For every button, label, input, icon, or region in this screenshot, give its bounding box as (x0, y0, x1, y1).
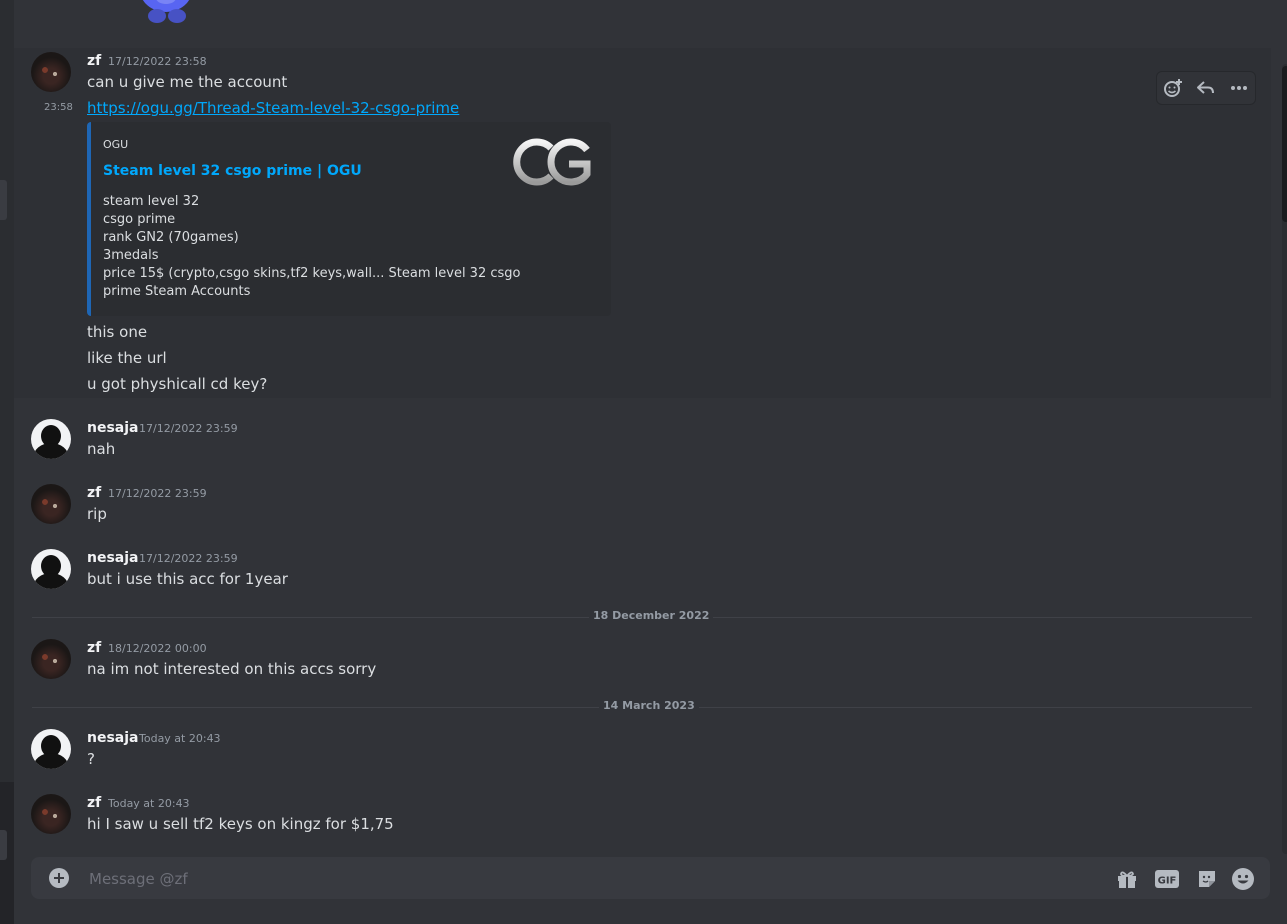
wumpus-icon (142, 0, 190, 23)
date-divider-label: 14 March 2023 (599, 699, 699, 712)
message-input[interactable] (87, 865, 1091, 893)
author-name[interactable]: nesaja (87, 730, 139, 746)
add-reaction-icon[interactable] (1161, 76, 1185, 100)
ogu-logo-thumbnail[interactable] (509, 136, 593, 188)
date-divider-label: 18 December 2022 (589, 609, 714, 622)
more-icon[interactable] (1227, 76, 1251, 100)
svg-text:GIF: GIF (1158, 876, 1177, 887)
message-text: this one (87, 323, 148, 341)
avatar[interactable] (31, 419, 71, 459)
message-timestamp: Today at 20:43 (139, 732, 221, 745)
message-timestamp: 18/12/2022 00:00 (108, 642, 207, 655)
embed-title[interactable]: Steam level 32 csgo prime | OGU (103, 163, 362, 179)
server-sidebar-edge (0, 0, 14, 924)
gift-icon[interactable] (1115, 867, 1139, 891)
message-text: can u give me the account (87, 73, 288, 91)
message-text: but i use this acc for 1year (87, 570, 288, 588)
message-timestamp: Today at 20:43 (108, 797, 190, 810)
embed-line: prime Steam Accounts (103, 284, 251, 299)
embed-line: 3medals (103, 248, 159, 263)
chat-area: zf 17/12/2022 23:58 can u give me the ac… (14, 0, 1287, 924)
emoji-icon[interactable] (1231, 867, 1255, 891)
sticker-icon[interactable] (1195, 867, 1219, 891)
message-text: like the url (87, 349, 167, 367)
message-timestamp: 17/12/2022 23:59 (139, 552, 238, 565)
link-embed: OGU Steam level 32 csgo prime | OGU stea… (87, 122, 611, 316)
user-panel-edge (0, 782, 14, 924)
gif-icon[interactable]: GIF (1153, 867, 1181, 891)
avatar[interactable] (31, 52, 71, 92)
avatar[interactable] (31, 639, 71, 679)
avatar[interactable] (31, 484, 71, 524)
reply-icon[interactable] (1194, 76, 1218, 100)
message-text: hi I saw u sell tf2 keys on kingz for $1… (87, 815, 394, 833)
embed-line: csgo prime (103, 212, 176, 227)
avatar[interactable] (31, 794, 71, 834)
author-name[interactable]: zf (87, 485, 101, 501)
message-text: nah (87, 440, 116, 458)
message-text: ? (87, 750, 95, 768)
embed-provider[interactable]: OGU (103, 138, 128, 151)
message-actions-toolbar (1156, 71, 1256, 105)
hover-timestamp: 23:58 (44, 102, 73, 113)
author-name[interactable]: nesaja (87, 550, 139, 566)
embed-line: steam level 32 (103, 194, 200, 209)
embed-line: rank GN2 (70games) (103, 230, 239, 245)
embed-line: price 15$ (crypto,csgo skins,tf2 keys,wa… (103, 266, 521, 281)
message-composer: GIF (31, 857, 1270, 899)
author-name[interactable]: zf (87, 640, 101, 656)
avatar[interactable] (31, 549, 71, 589)
message-timestamp: 17/12/2022 23:58 (108, 55, 207, 68)
author-name[interactable]: zf (87, 795, 101, 811)
message-text: u got physhicall cd key? (87, 375, 268, 393)
author-name[interactable]: zf (87, 53, 101, 69)
avatar[interactable] (31, 729, 71, 769)
message-text: na im not interested on this accs sorry (87, 660, 377, 678)
embed-description: steam level 32 csgo prime rank GN2 (70ga… (103, 193, 521, 301)
message-timestamp: 17/12/2022 23:59 (108, 487, 207, 500)
author-name[interactable]: nesaja (87, 420, 139, 436)
message-text: rip (87, 505, 107, 523)
scrollbar-thumb[interactable] (1282, 66, 1287, 222)
upload-plus-icon[interactable] (49, 868, 69, 888)
sidebar-pill (0, 180, 7, 220)
message-timestamp: 17/12/2022 23:59 (139, 422, 238, 435)
message-link[interactable]: https://ogu.gg/Thread-Steam-level-32-csg… (87, 99, 459, 117)
